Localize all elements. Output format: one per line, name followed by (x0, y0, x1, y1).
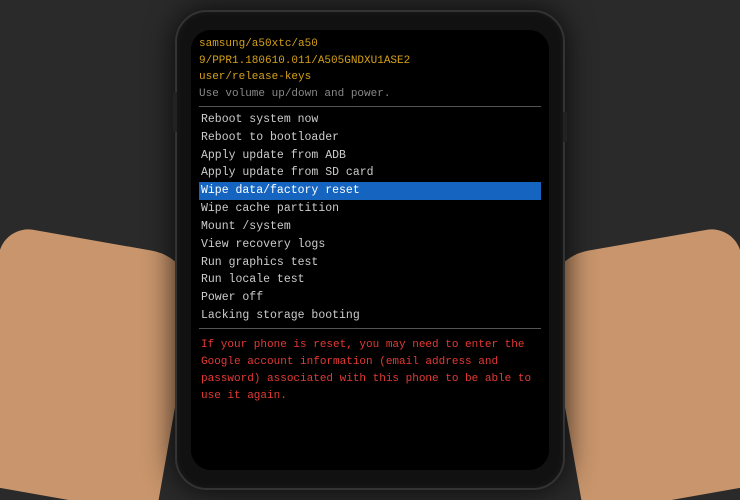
scene: samsung/a50xtc/a50 9/PPR1.180610.011/A50… (0, 0, 740, 500)
menu-item-reboot-bootloader[interactable]: Reboot to bootloader (199, 129, 541, 147)
recovery-menu: Reboot system now Reboot to bootloader A… (199, 111, 541, 329)
hand-right (539, 225, 740, 500)
power-button[interactable] (563, 112, 567, 142)
header-line-2: 9/PPR1.180610.011/A505GNDXU1ASE2 (199, 53, 541, 70)
header-line-4: Use volume up/down and power. (199, 86, 541, 103)
phone-screen: samsung/a50xtc/a50 9/PPR1.180610.011/A50… (191, 30, 549, 470)
recovery-header: samsung/a50xtc/a50 9/PPR1.180610.011/A50… (199, 36, 541, 107)
menu-item-reboot-system[interactable]: Reboot system now (199, 111, 541, 129)
menu-item-graphics-test[interactable]: Run graphics test (199, 254, 541, 272)
header-line-1: samsung/a50xtc/a50 (199, 36, 541, 53)
menu-item-power-off[interactable]: Power off (199, 289, 541, 307)
phone-shell: samsung/a50xtc/a50 9/PPR1.180610.011/A50… (175, 10, 565, 490)
warning-text: If your phone is reset, you may need to … (201, 337, 539, 405)
warning-section: If your phone is reset, you may need to … (199, 333, 541, 409)
hand-left (0, 225, 201, 500)
header-line-3: user/release-keys (199, 69, 541, 86)
recovery-screen: samsung/a50xtc/a50 9/PPR1.180610.011/A50… (191, 30, 549, 470)
menu-item-wipe-data[interactable]: Wipe data/factory reset (199, 182, 541, 200)
menu-item-locale-test[interactable]: Run locale test (199, 271, 541, 289)
menu-item-wipe-cache[interactable]: Wipe cache partition (199, 200, 541, 218)
volume-button[interactable] (173, 92, 177, 132)
menu-item-mount-system[interactable]: Mount /system (199, 218, 541, 236)
menu-item-apply-adb[interactable]: Apply update from ADB (199, 147, 541, 165)
menu-item-lacking-storage[interactable]: Lacking storage booting (199, 307, 541, 325)
menu-item-apply-sd[interactable]: Apply update from SD card (199, 164, 541, 182)
menu-item-view-logs[interactable]: View recovery logs (199, 236, 541, 254)
